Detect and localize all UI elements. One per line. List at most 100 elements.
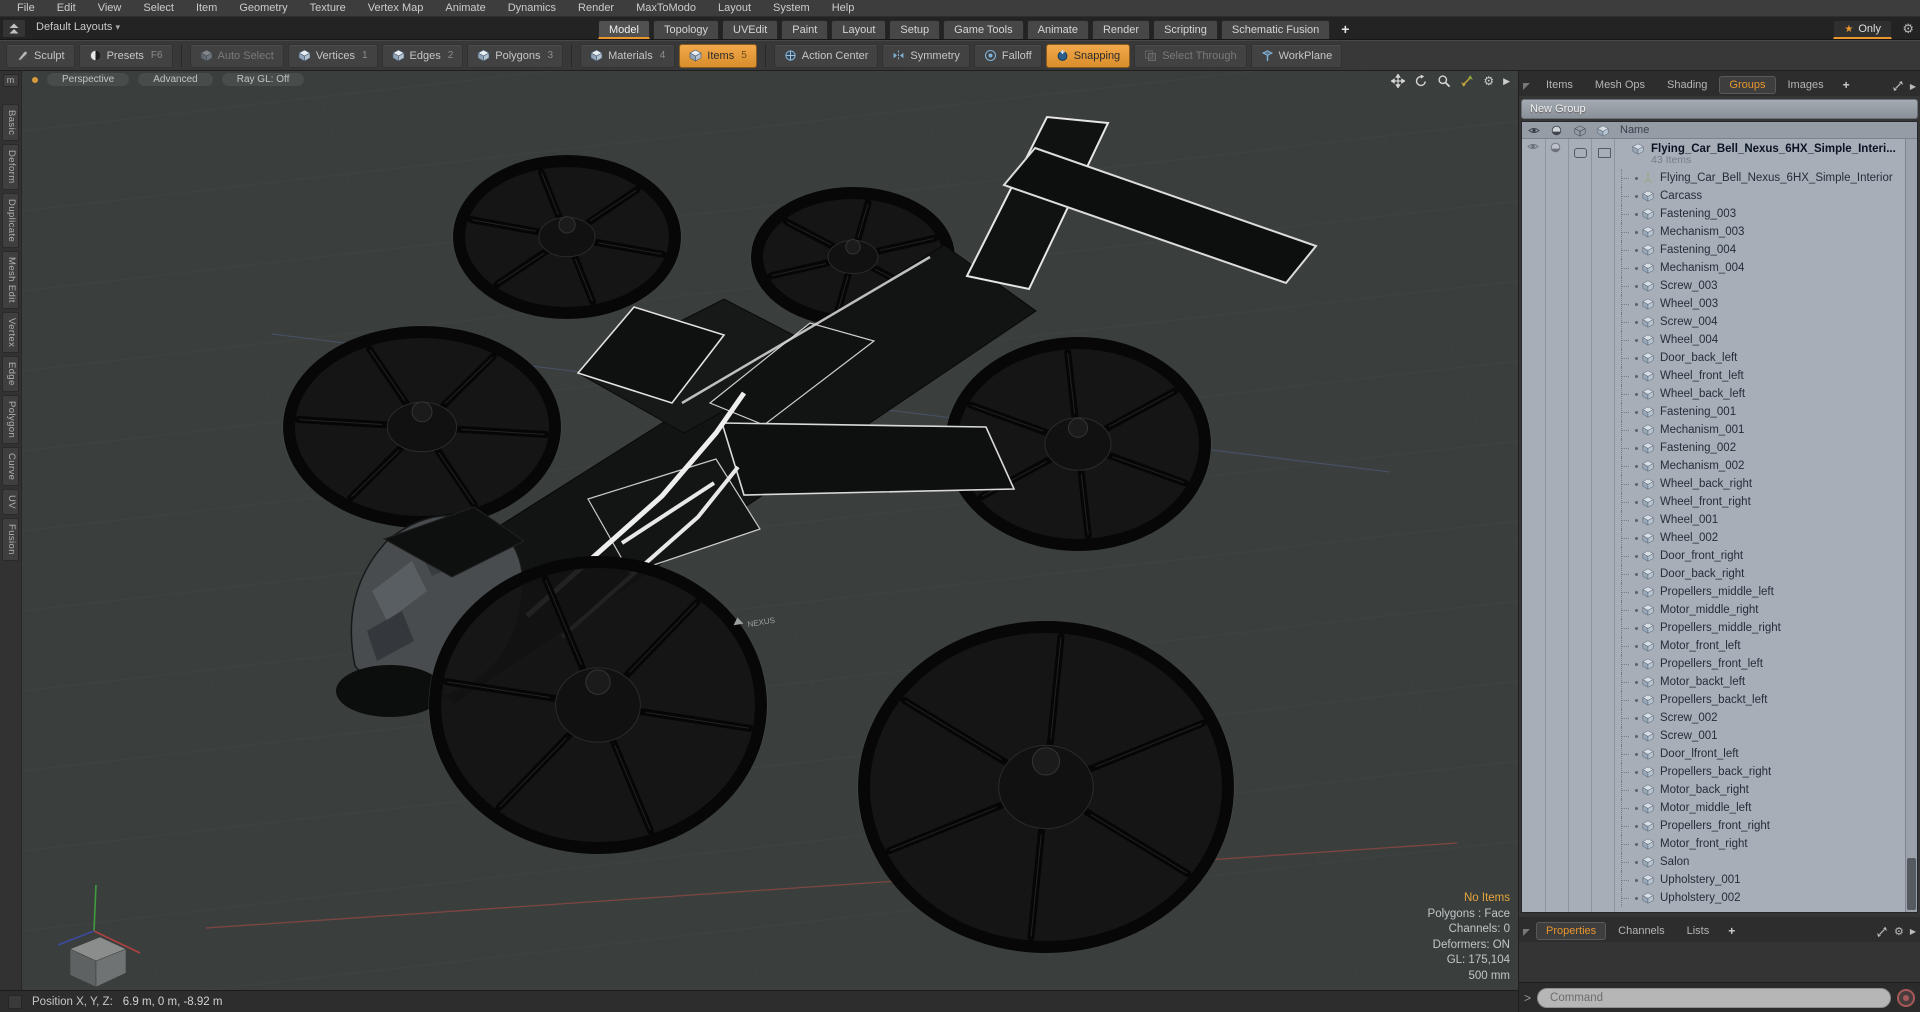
list-item[interactable]: Propellers_front_right	[1522, 817, 1905, 835]
more-icon[interactable]: ▶	[1910, 82, 1916, 91]
collapse-layouts-button[interactable]	[2, 19, 26, 38]
layout-tab-uvedit[interactable]: UVEdit	[722, 20, 779, 39]
menu-item[interactable]: Item	[185, 0, 228, 16]
record-macro-button[interactable]	[1897, 988, 1915, 1007]
menu-animate[interactable]: Animate	[434, 0, 496, 16]
props-tab-properties[interactable]: Properties	[1536, 922, 1607, 940]
menu-select[interactable]: Select	[132, 0, 185, 16]
menu-dynamics[interactable]: Dynamics	[497, 0, 567, 16]
add-props-tab-button[interactable]: +	[1721, 922, 1742, 940]
new-group-button[interactable]: New Group	[1521, 99, 1918, 119]
viewport-3d[interactable]: NEXUS Perspective Advanced Ray GL: Off ⚙…	[22, 71, 1518, 990]
group-checkbox[interactable]	[1598, 148, 1611, 158]
layout-tab-setup[interactable]: Setup	[889, 20, 941, 39]
list-item[interactable]: Wheel_002	[1522, 529, 1905, 547]
list-item[interactable]: Door_back_right	[1522, 565, 1905, 583]
list-item[interactable]: Screw_002	[1522, 709, 1905, 727]
list-item[interactable]: Propellers_backt_left	[1522, 691, 1905, 709]
settings-icon[interactable]: ⚙	[1483, 74, 1494, 88]
viewport-button-perspective[interactable]: Perspective	[47, 73, 130, 86]
list-item[interactable]: Door_lfront_left	[1522, 745, 1905, 763]
props-tab-channels[interactable]: Channels	[1608, 922, 1674, 940]
list-tab-images[interactable]: Images	[1778, 76, 1834, 94]
menu-vertex-map[interactable]: Vertex Map	[357, 0, 435, 16]
group-row[interactable]: Flying_Car_Bell_Nexus_6HX_Simple_Interi.…	[1522, 139, 1905, 169]
action-center-button[interactable]: Action Center	[773, 43, 879, 68]
list-tab-items[interactable]: Items	[1536, 76, 1583, 94]
layout-tab-paint[interactable]: Paint	[781, 20, 829, 39]
only-filter-button[interactable]: ★ Only	[1833, 20, 1892, 39]
list-item[interactable]: Door_back_left	[1522, 349, 1905, 367]
layout-tab-scripting[interactable]: Scripting	[1153, 20, 1218, 39]
menu-texture[interactable]: Texture	[299, 0, 357, 16]
list-item[interactable]: Wheel_front_right	[1522, 493, 1905, 511]
list-item[interactable]: Motor_middle_right	[1522, 601, 1905, 619]
layout-tab-layout[interactable]: Layout	[831, 20, 887, 39]
menu-render[interactable]: Render	[567, 0, 625, 16]
viewport-button-ray-gl-off[interactable]: Ray GL: Off	[221, 73, 305, 86]
solid-box-icon[interactable]	[1591, 123, 1614, 138]
more-icon[interactable]: ▶	[1910, 927, 1916, 936]
layout-tab-game-tools[interactable]: Game Tools	[943, 20, 1024, 39]
list-item[interactable]: Wheel_003	[1522, 295, 1905, 313]
layout-tab-animate[interactable]: Animate	[1026, 20, 1089, 39]
menu-help[interactable]: Help	[821, 0, 866, 16]
panel-corner-icon[interactable]	[1523, 83, 1530, 90]
toolbox-tab-basic[interactable]: Basic	[2, 104, 19, 142]
list-item[interactable]: Propellers_middle_left	[1522, 583, 1905, 601]
toolbox-tab-duplicate[interactable]: Duplicate	[2, 192, 19, 248]
toolbox-tab-curve[interactable]: Curve	[2, 447, 19, 487]
scrollbar-thumb[interactable]	[1907, 858, 1916, 910]
items-button[interactable]: Items 5	[679, 43, 757, 68]
list-item[interactable]: Carcass	[1522, 187, 1905, 205]
list-item[interactable]: Fastening_001	[1522, 403, 1905, 421]
list-item[interactable]: Mechanism_004	[1522, 259, 1905, 277]
snapping-button[interactable]: Snapping	[1045, 43, 1131, 68]
maximize-icon[interactable]	[1460, 74, 1474, 88]
add-layout-tab-button[interactable]: +	[1333, 20, 1357, 39]
name-column-header[interactable]: Name	[1620, 124, 1649, 136]
eye-icon[interactable]	[1522, 123, 1545, 138]
list-item[interactable]: Mechanism_002	[1522, 457, 1905, 475]
list-item[interactable]: Fastening_004	[1522, 241, 1905, 259]
list-item[interactable]: Flying_Car_Bell_Nexus_6HX_Simple_Interio…	[1522, 169, 1905, 187]
menu-maxtomodo[interactable]: MaxToModo	[625, 0, 707, 16]
workplane-button[interactable]: WorkPlane	[1250, 43, 1343, 68]
list-item[interactable]: Motor_middle_left	[1522, 799, 1905, 817]
group-checkbox[interactable]	[1574, 148, 1587, 158]
toolbox-tab-fusion[interactable]: Fusion	[2, 518, 19, 562]
menu-file[interactable]: File	[6, 0, 46, 16]
more-icon[interactable]: ▶	[1503, 75, 1510, 88]
expand-icon[interactable]	[1876, 926, 1888, 938]
vertices-button[interactable]: Vertices 1	[287, 43, 378, 68]
falloff-button[interactable]: Falloff	[973, 43, 1042, 68]
list-scrollbar[interactable]	[1905, 139, 1917, 912]
toolbox-tab-deform[interactable]: Deform	[2, 144, 19, 190]
menu-system[interactable]: System	[762, 0, 821, 16]
list-item[interactable]: Wheel_back_left	[1522, 385, 1905, 403]
pan-icon[interactable]	[1391, 74, 1406, 88]
list-item[interactable]: Salon	[1522, 853, 1905, 871]
menu-geometry[interactable]: Geometry	[228, 0, 298, 16]
sculpt-button[interactable]: Sculpt	[6, 43, 75, 68]
list-item[interactable]: Screw_004	[1522, 313, 1905, 331]
menu-layout[interactable]: Layout	[707, 0, 762, 16]
toolbox-handle-icon[interactable]: m	[2, 74, 19, 87]
layout-tab-model[interactable]: Model	[598, 20, 650, 39]
render-toggle-icon[interactable]	[1545, 123, 1568, 138]
list-item[interactable]: Motor_front_left	[1522, 637, 1905, 655]
list-item[interactable]: Door_front_right	[1522, 547, 1905, 565]
auto-select-button[interactable]: Auto Select	[189, 43, 284, 68]
layout-tab-render[interactable]: Render	[1091, 20, 1151, 39]
toolbox-tab-mesh-edit[interactable]: Mesh Edit	[2, 251, 19, 309]
toolbox-tab-vertex[interactable]: Vertex	[2, 311, 19, 354]
viewport-button-advanced[interactable]: Advanced	[138, 73, 213, 86]
group-render-icon[interactable]	[1550, 142, 1561, 156]
toolbox-tab-uv[interactable]: UV	[2, 489, 19, 516]
menu-edit[interactable]: Edit	[46, 0, 87, 16]
list-item[interactable]: Wheel_back_right	[1522, 475, 1905, 493]
layout-settings-gear-icon[interactable]: ⚙	[1902, 21, 1914, 37]
list-item[interactable]: Motor_backt_left	[1522, 673, 1905, 691]
list-item[interactable]: Propellers_middle_right	[1522, 619, 1905, 637]
list-tab-shading[interactable]: Shading	[1657, 76, 1717, 94]
